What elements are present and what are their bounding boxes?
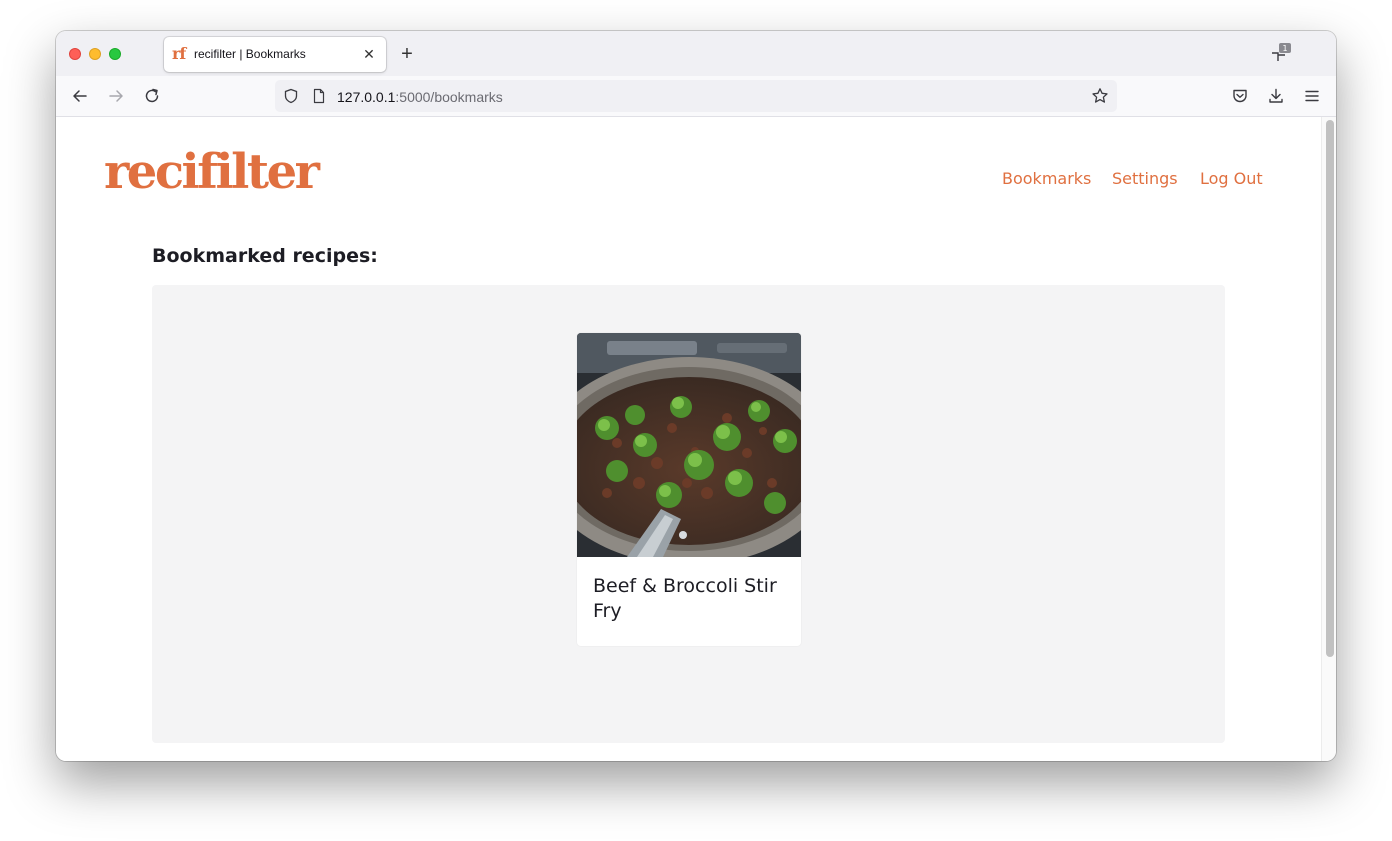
- url-text[interactable]: 127.0.0.1:5000/bookmarks: [337, 89, 503, 105]
- reload-button[interactable]: [140, 84, 164, 108]
- nav-link-log-out[interactable]: Log Out: [1200, 169, 1263, 189]
- minimize-window-button[interactable]: [89, 48, 101, 60]
- nav-link-settings[interactable]: Settings: [1112, 169, 1178, 189]
- new-tab-button[interactable]: +: [396, 43, 418, 65]
- app-menu-button[interactable]: [1300, 84, 1324, 108]
- close-window-button[interactable]: [69, 48, 81, 60]
- site-logo[interactable]: recifilter: [104, 143, 320, 201]
- recipe-card[interactable]: Beef & Broccoli Stir Fry: [577, 333, 801, 646]
- downloads-button[interactable]: [1264, 84, 1288, 108]
- pocket-icon: [1233, 89, 1247, 103]
- tab-close-icon[interactable]: ✕: [361, 46, 377, 62]
- page-scrollbar[interactable]: [1321, 117, 1336, 761]
- browser-window: rf recifilter | Bookmarks ✕ + 1 127.0.0.…: [56, 31, 1336, 761]
- browser-tab-active[interactable]: rf recifilter | Bookmarks ✕: [164, 37, 386, 72]
- back-button[interactable]: [68, 84, 92, 108]
- pocket-button[interactable]: [1228, 84, 1252, 108]
- nav-link-bookmarks[interactable]: Bookmarks: [1002, 169, 1091, 189]
- tab-strip: rf recifilter | Bookmarks ✕ + 1: [56, 31, 1336, 76]
- tab-title: recifilter | Bookmarks: [194, 47, 306, 61]
- page-title: Bookmarked recipes:: [152, 245, 378, 267]
- navigation-toolbar: 127.0.0.1:5000/bookmarks: [56, 76, 1336, 117]
- site-favicon-icon: rf: [172, 44, 186, 63]
- url-path: :5000/bookmarks: [395, 89, 503, 105]
- arrow-left-icon: [73, 90, 87, 102]
- forward-button[interactable]: [104, 84, 128, 108]
- tracking-protection-shield-icon[interactable]: [283, 88, 299, 104]
- reload-icon: [145, 88, 159, 103]
- list-all-tabs-button[interactable]: 1: [1268, 41, 1296, 67]
- hamburger-menu-icon: [1305, 90, 1319, 102]
- page-viewport: recifilter Bookmarks Settings Log Out Bo…: [56, 117, 1321, 761]
- bookmarked-recipes-panel: Beef & Broccoli Stir Fry: [152, 285, 1225, 743]
- zoom-window-button[interactable]: [109, 48, 121, 60]
- svg-text:1: 1: [1282, 44, 1287, 53]
- page-info-icon[interactable]: [311, 88, 327, 104]
- arrow-right-icon: [109, 90, 123, 102]
- recipe-title[interactable]: Beef & Broccoli Stir Fry: [593, 574, 783, 624]
- url-bar[interactable]: 127.0.0.1:5000/bookmarks: [275, 80, 1117, 112]
- bookmark-star-icon[interactable]: [1091, 87, 1109, 105]
- url-host: 127.0.0.1: [337, 89, 396, 105]
- tabs-overview-icon: 1: [1272, 43, 1291, 61]
- recipe-image[interactable]: [577, 333, 801, 557]
- download-icon: [1269, 88, 1283, 103]
- scrollbar-thumb[interactable]: [1326, 120, 1334, 657]
